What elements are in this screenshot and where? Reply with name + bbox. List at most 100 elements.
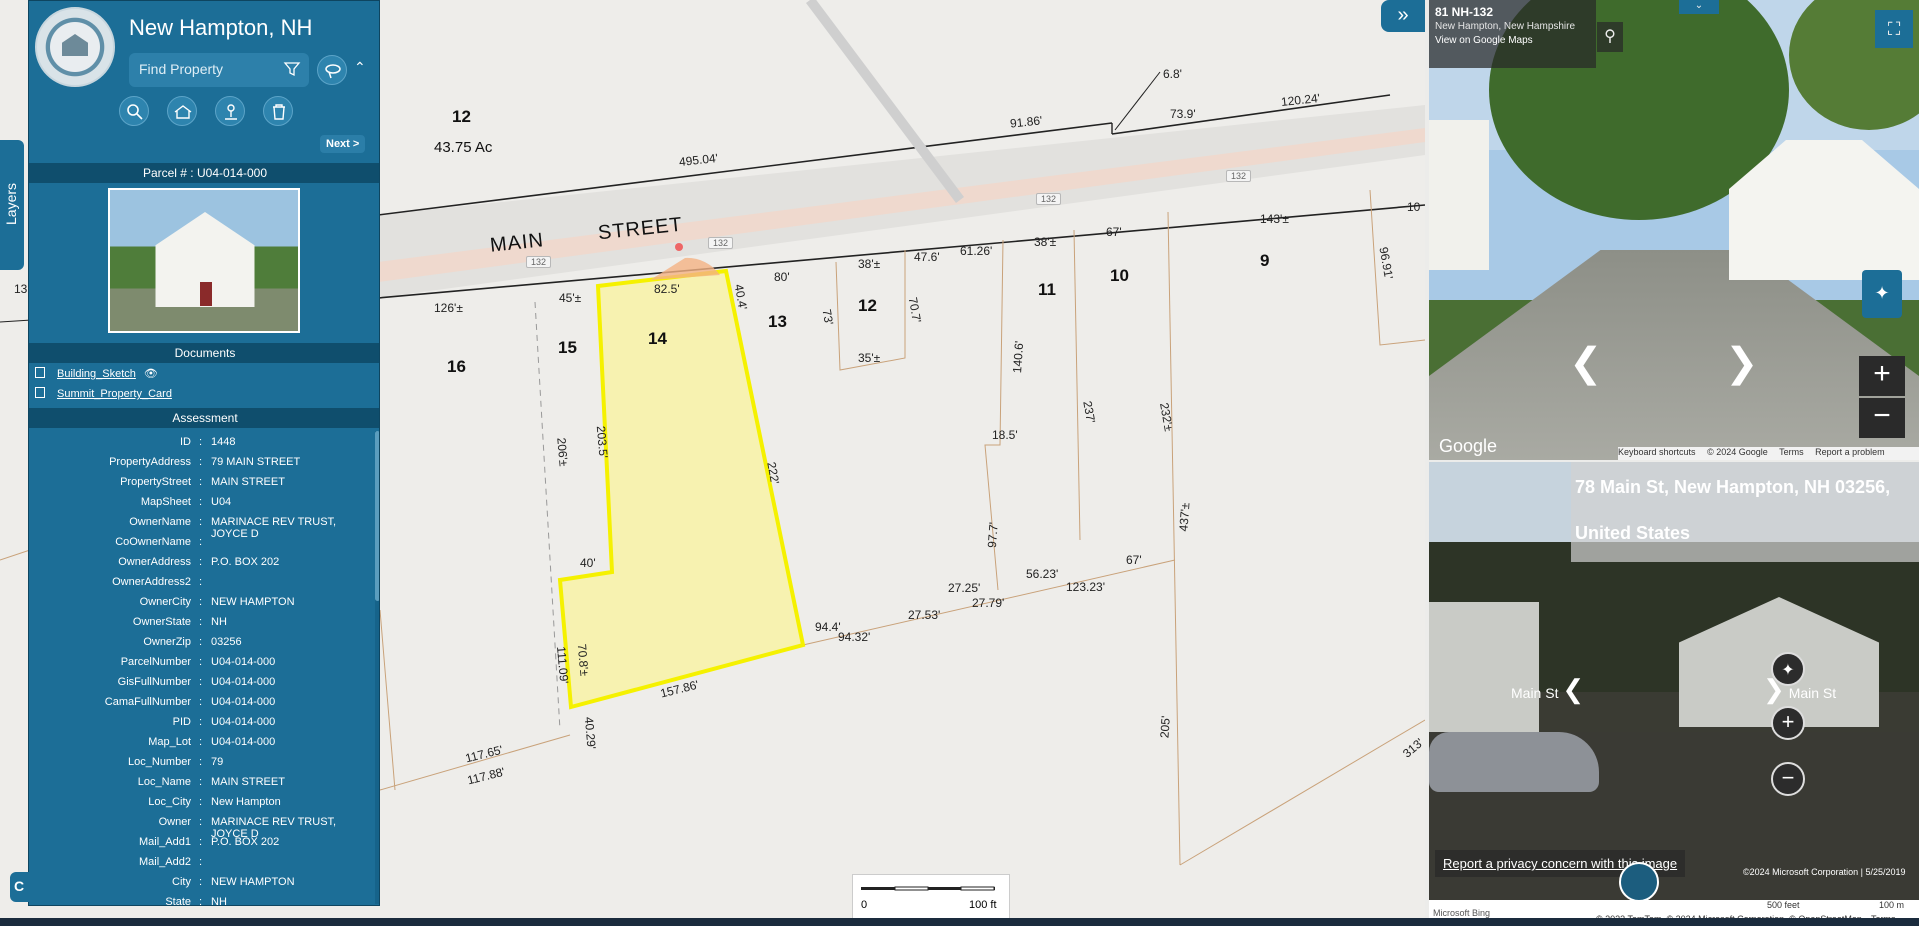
field-label: PropertyStreet <box>120 476 191 488</box>
assessment-row: OwnerState: NH <box>29 616 374 636</box>
field-separator: : <box>199 616 203 628</box>
field-label: State <box>165 896 191 906</box>
dimension-label: 73.9' <box>1170 107 1196 121</box>
field-separator: : <box>199 596 203 608</box>
field-label: ParcelNumber <box>120 656 191 668</box>
field-value: NH <box>211 616 227 628</box>
sv-maps-link[interactable]: View on Google Maps <box>1435 35 1590 46</box>
assessment-row: PID: U04-014-000 <box>29 716 374 736</box>
route-shield: 132 <box>1226 170 1252 182</box>
parcel-number: 15 <box>558 338 577 357</box>
sv-zoom-out[interactable]: − <box>1859 398 1905 438</box>
assessment-row: State: NH <box>29 896 374 906</box>
sv-pin-button[interactable]: ⚲ <box>1597 22 1623 52</box>
bing-compass[interactable]: ✦ <box>1771 652 1805 686</box>
assessment-row: ParcelNumber: U04-014-000 <box>29 656 374 676</box>
eye-icon[interactable]: 👁 <box>144 367 158 380</box>
fullscreen-icon: ⛶ <box>1887 19 1901 39</box>
sv-title: 81 NH-132 <box>1435 5 1494 19</box>
field-value: 1448 <box>211 436 236 448</box>
field-separator: : <box>199 496 203 508</box>
sv-collapse-down[interactable]: ⌄ <box>1679 0 1719 14</box>
field-separator: : <box>199 516 203 528</box>
bing-streetside[interactable]: 78 Main St, New Hampton, NH 03256, Unite… <box>1429 462 1919 926</box>
field-separator: : <box>199 716 203 728</box>
photo-door <box>200 282 212 306</box>
dimension-label: 67' <box>1106 225 1122 239</box>
field-label: Map_Lot <box>148 736 191 748</box>
collapse-up-icon[interactable]: ⌃ <box>354 59 366 76</box>
field-label: CamaFullNumber <box>104 696 191 708</box>
property-button[interactable] <box>167 96 197 126</box>
field-label: Loc_Name <box>137 776 191 788</box>
dimension-label: 40.29' <box>581 716 599 750</box>
assessment-row: Loc_Number:79 <box>29 756 374 776</box>
bing-streetside-icon[interactable] <box>1619 862 1659 902</box>
field-label: Mail_Add1 <box>139 836 191 848</box>
assessment-row: Mail_Add1: P.O. BOX 202 <box>29 836 374 856</box>
leader-line <box>1114 71 1161 131</box>
field-label: Mail_Add2 <box>139 856 191 868</box>
filter-icon[interactable] <box>283 60 301 78</box>
assessment-header: Assessment <box>29 408 379 428</box>
layers-tab[interactable]: Layers <box>0 140 24 270</box>
parcel-number: 12 <box>858 296 877 315</box>
document-link[interactable]: Building_Sketch 👁 <box>35 367 158 380</box>
assessment-row: PropertyStreet: MAIN STREET <box>29 476 374 496</box>
bing-zoom-out[interactable]: − <box>1771 762 1805 796</box>
sv-arrow-left[interactable]: ❮ <box>1569 340 1603 386</box>
field-value: P.O. BOX 202 <box>211 836 280 848</box>
fullscreen-button[interactable]: ⛶ <box>1875 10 1913 48</box>
assessment-row: OwnerName: MARINACE REV TRUST, JOYCE D <box>29 516 374 540</box>
document-name: Summit_Property_Card <box>57 388 172 400</box>
dimension-label: 126'± <box>434 301 463 315</box>
next-button[interactable]: Next > <box>320 135 366 153</box>
scrollbar-thumb[interactable] <box>375 431 379 601</box>
field-value: U04-014-000 <box>211 716 276 728</box>
google-street-view[interactable]: 81 NH-132 New Hampton, New Hampshire Vie… <box>1429 0 1919 460</box>
location-button[interactable] <box>215 96 245 126</box>
bing-zoom-in[interactable]: + <box>1771 706 1805 740</box>
dimension-label: 143'± <box>1260 212 1289 226</box>
view-point <box>675 243 683 251</box>
field-label: OwnerName <box>129 516 191 528</box>
assessment-row: OwnerCity: NEW HAMPTON <box>29 596 374 616</box>
bing-nav-left[interactable]: Main St ❮ <box>1511 674 1584 705</box>
find-property-input[interactable]: Find Property <box>129 53 309 87</box>
compass-icon: ✦ <box>1781 662 1795 679</box>
clear-button[interactable] <box>263 96 293 126</box>
search-button[interactable] <box>119 96 149 126</box>
field-value: 79 MAIN STREET <box>211 456 301 468</box>
assessment-row: OwnerAddress: P.O. BOX 202 <box>29 556 374 576</box>
field-value: MAIN STREET <box>211 776 285 788</box>
sv-shortcuts[interactable]: Keyboard shortcuts <box>1618 447 1696 457</box>
field-separator: : <box>199 776 203 788</box>
property-photo[interactable] <box>108 188 300 333</box>
parcel-number: 12 <box>452 107 471 126</box>
document-link[interactable]: Summit_Property_Card <box>35 387 172 400</box>
sv-arrow-right[interactable]: ❯ <box>1725 340 1759 386</box>
parcel-number: 14 <box>648 329 667 348</box>
assessment-row: Owner: MARINACE REV TRUST, JOYCE D <box>29 816 374 840</box>
dimension-label: 6.8' <box>1163 67 1182 81</box>
selected-parcel-14[interactable] <box>557 268 806 710</box>
field-label: PropertyAddress <box>109 456 191 468</box>
field-label: City <box>172 876 191 888</box>
sv-terms[interactable]: Terms <box>1779 447 1804 457</box>
sv-copyright: © 2024 Google <box>1707 447 1768 457</box>
lasso-select-button[interactable] <box>317 55 347 85</box>
field-value: U04-014-000 <box>211 696 276 708</box>
corner-badge[interactable]: C <box>10 872 42 902</box>
collapse-panel-button[interactable]: » <box>1381 0 1425 32</box>
dimension-label: 35'± <box>858 351 881 365</box>
parcel-number: 16 <box>447 357 466 376</box>
sv-zoom-in[interactable]: + <box>1859 356 1905 396</box>
dimension-label: 27.53' <box>908 608 941 622</box>
sv-report[interactable]: Report a problem <box>1815 447 1885 457</box>
chevron-down-icon: ⌄ <box>1694 0 1704 11</box>
sv-compass[interactable]: ✦ <box>1862 270 1902 318</box>
dimension-label: 27.79' <box>972 596 1005 610</box>
lasso-icon <box>325 64 341 79</box>
assessment-table[interactable]: ID:1448 PropertyAddress:79 MAIN STREET Pro… <box>29 436 374 906</box>
field-separator: : <box>199 636 203 648</box>
